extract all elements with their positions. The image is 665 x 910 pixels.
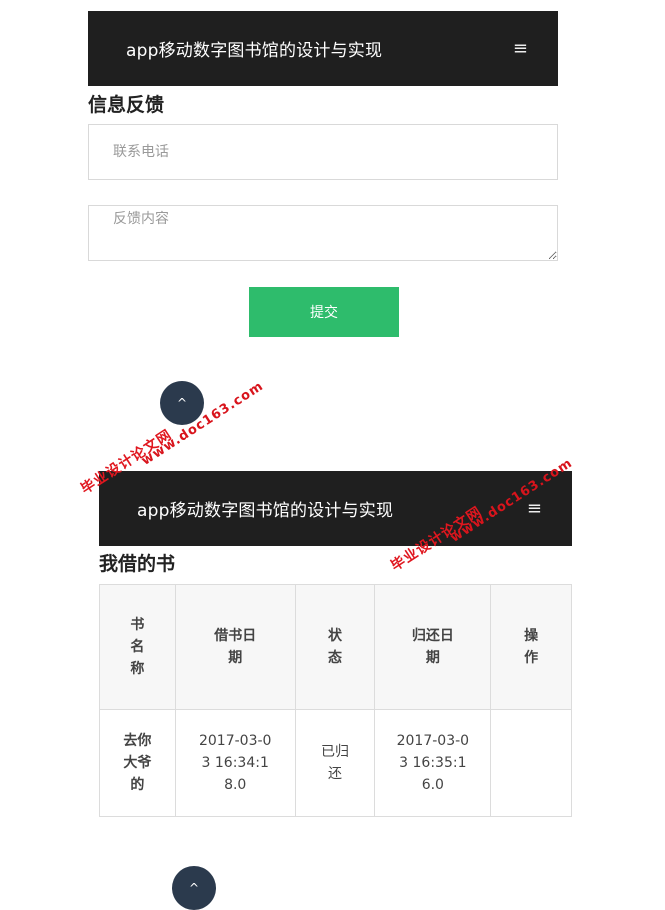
column-header-status: 状态 xyxy=(294,584,376,710)
cell-borrow-date: 2017-03-03 16:34:18.0 xyxy=(174,709,296,817)
submit-button[interactable]: 提交 xyxy=(249,287,399,337)
column-header-return-date: 归还日期 xyxy=(374,584,492,710)
cell-status: 已归还 xyxy=(294,709,376,817)
table-row: 去你大爷的 2017-03-03 16:34:18.0 已归还 2017-03-… xyxy=(99,709,572,817)
cell-return-date: 2017-03-03 16:35:16.0 xyxy=(374,709,492,817)
top-navbar: app移动数字图书馆的设计与实现 ≡ xyxy=(88,11,558,86)
cell-book-name: 去你大爷的 xyxy=(99,709,176,817)
feedback-content-textarea[interactable] xyxy=(88,205,558,261)
chevron-up-icon: ^ xyxy=(188,881,200,895)
page-title: 信息反馈 xyxy=(88,94,165,116)
cell-action xyxy=(490,709,572,817)
table-header-row: 书名称 借书日期 状态 归还日期 操作 xyxy=(99,584,572,710)
chevron-up-icon: ^ xyxy=(176,396,188,410)
hamburger-menu-icon[interactable]: ≡ xyxy=(527,498,542,519)
back-to-top-button[interactable]: ^ xyxy=(172,866,216,910)
column-header-action: 操作 xyxy=(490,584,572,710)
column-header-borrow-date: 借书日期 xyxy=(174,584,296,710)
column-header-book-name: 书名称 xyxy=(99,584,176,710)
borrowed-books-table: 书名称 借书日期 状态 归还日期 操作 去你大爷的 2017-03-03 16:… xyxy=(99,584,572,817)
page-title: 我借的书 xyxy=(99,553,176,575)
app-brand-title[interactable]: app移动数字图书馆的设计与实现 xyxy=(126,36,382,61)
top-navbar: app移动数字图书馆的设计与实现 ≡ xyxy=(99,471,572,546)
back-to-top-button[interactable]: ^ xyxy=(160,381,204,425)
watermark-url: www.doc163.com xyxy=(138,378,267,469)
hamburger-menu-icon[interactable]: ≡ xyxy=(513,38,528,59)
phone-input[interactable] xyxy=(88,124,558,180)
app-brand-title[interactable]: app移动数字图书馆的设计与实现 xyxy=(137,496,393,521)
